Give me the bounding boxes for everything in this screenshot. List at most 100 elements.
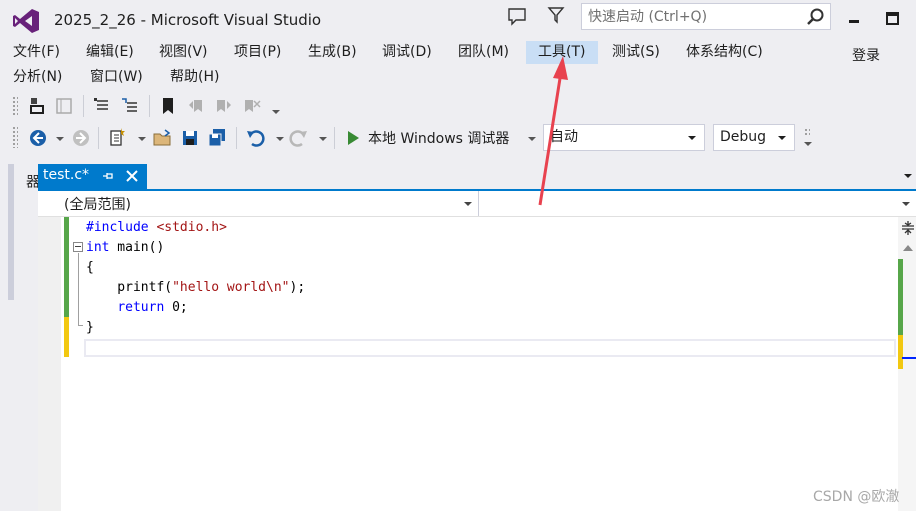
collapse-icon[interactable] bbox=[73, 242, 83, 252]
save-all-icon[interactable] bbox=[207, 128, 227, 148]
platform-value: 自动 bbox=[550, 129, 578, 145]
code-line-4: printf("hello world\n"); bbox=[86, 280, 306, 295]
menu-test[interactable]: 测试(S) bbox=[610, 41, 662, 64]
toolbar-separator bbox=[334, 127, 335, 149]
platform-combo[interactable]: 自动 bbox=[543, 124, 705, 151]
code-line: #include <stdio.h> bbox=[86, 218, 305, 238]
change-marker-saved bbox=[64, 217, 69, 317]
param-info-icon[interactable] bbox=[54, 96, 74, 116]
bookmark-icon[interactable] bbox=[158, 96, 178, 116]
menu-tools[interactable]: 工具(T) bbox=[526, 41, 598, 64]
clear-bookmarks-icon[interactable] bbox=[242, 96, 262, 116]
toolbar-grip[interactable] bbox=[12, 126, 18, 148]
code-line-6: } bbox=[86, 320, 94, 335]
back-dropdown-icon[interactable] bbox=[56, 137, 64, 141]
code-line: { bbox=[86, 258, 305, 278]
minimize-icon[interactable] bbox=[848, 8, 862, 28]
undo-icon[interactable] bbox=[246, 128, 266, 148]
menu-window[interactable]: 窗口(W) bbox=[88, 66, 145, 89]
new-project-icon[interactable] bbox=[108, 127, 128, 147]
watermark: CSDN @欧澈 bbox=[813, 489, 900, 505]
code-line: return 0; bbox=[86, 298, 305, 318]
code-line: printf("hello world\n"); bbox=[86, 278, 305, 298]
scroll-up-icon[interactable] bbox=[903, 245, 913, 251]
tab-test-c[interactable]: test.c* bbox=[38, 164, 147, 189]
filter-icon[interactable] bbox=[547, 5, 565, 25]
feedback-icon[interactable] bbox=[506, 6, 528, 26]
open-file-icon[interactable] bbox=[152, 128, 172, 148]
search-icon[interactable] bbox=[806, 7, 826, 27]
run-target-label: 本地 Windows 调试器 bbox=[368, 131, 510, 147]
scrollbar-change-unsaved bbox=[898, 335, 903, 369]
auto-hide-sidebar: 解决方案资源管理器 bbox=[0, 158, 60, 511]
split-window-icon[interactable] bbox=[902, 221, 914, 235]
prev-bookmark-icon[interactable] bbox=[186, 96, 206, 116]
navigate-forward-icon[interactable] bbox=[71, 128, 91, 148]
redo-dropdown-icon[interactable] bbox=[319, 137, 327, 141]
sign-in-link[interactable]: 登录 bbox=[852, 45, 880, 65]
text-editor-toolbar bbox=[0, 92, 916, 118]
undo-dropdown-icon[interactable] bbox=[276, 137, 284, 141]
toolbar-overflow-icon[interactable] bbox=[804, 142, 812, 146]
code-line-1: #include <stdio.h> bbox=[86, 220, 227, 235]
code-line-3: { bbox=[86, 260, 94, 275]
menu-debug[interactable]: 调试(D) bbox=[380, 41, 434, 64]
complete-word-icon[interactable] bbox=[120, 96, 140, 116]
window-title: 2025_2_26 - Microsoft Visual Studio bbox=[54, 11, 322, 29]
next-bookmark-icon[interactable] bbox=[214, 96, 234, 116]
pin-icon[interactable] bbox=[102, 170, 114, 182]
menu-project[interactable]: 项目(P) bbox=[232, 41, 283, 64]
toolbar-separator bbox=[149, 95, 150, 117]
vertical-scrollbar[interactable] bbox=[898, 217, 916, 511]
scope-dropdown[interactable]: (全局范围) bbox=[38, 191, 479, 216]
member-dropdown[interactable] bbox=[480, 191, 916, 216]
current-line-highlight bbox=[84, 339, 896, 357]
menu-help[interactable]: 帮助(H) bbox=[168, 66, 221, 89]
code-line: int main() bbox=[86, 238, 305, 258]
tab-overflow-icon[interactable] bbox=[904, 174, 912, 178]
menu-build[interactable]: 生成(B) bbox=[306, 41, 359, 64]
chevron-down-icon bbox=[902, 202, 910, 206]
redo-icon[interactable] bbox=[288, 128, 308, 148]
quick-launch-input[interactable] bbox=[588, 7, 798, 27]
title-bar: 2025_2_26 - Microsoft Visual Studio bbox=[0, 0, 916, 40]
code-line-2: int main() bbox=[86, 240, 165, 255]
start-debugging-button[interactable]: 本地 Windows 调试器 bbox=[346, 126, 509, 150]
scope-value: (全局范围) bbox=[64, 197, 131, 213]
run-target-dropdown-icon[interactable] bbox=[528, 137, 536, 141]
outline-end bbox=[78, 325, 83, 326]
menu-analyze[interactable]: 分析(N) bbox=[11, 66, 64, 89]
new-dropdown-icon[interactable] bbox=[138, 137, 146, 141]
close-icon[interactable] bbox=[125, 169, 139, 183]
toolbar-grip[interactable] bbox=[804, 128, 810, 136]
play-icon bbox=[348, 131, 359, 145]
code-line-5: return 0; bbox=[117, 300, 188, 315]
chevron-down-icon bbox=[778, 136, 786, 140]
indicator-margin[interactable] bbox=[38, 217, 61, 511]
navigate-back-icon[interactable] bbox=[28, 128, 48, 148]
maximize-icon[interactable] bbox=[885, 8, 901, 28]
quick-launch-box[interactable] bbox=[581, 3, 831, 30]
code-editor[interactable]: #include <stdio.h> int main() { printf("he… bbox=[38, 217, 916, 511]
chevron-down-icon bbox=[464, 202, 472, 206]
change-marker-unsaved bbox=[64, 317, 69, 357]
menu-view[interactable]: 视图(V) bbox=[157, 41, 210, 64]
navigation-bar: (全局范围) bbox=[38, 191, 916, 217]
member-info-icon[interactable] bbox=[28, 96, 48, 116]
code-line: } bbox=[86, 318, 305, 338]
menu-team[interactable]: 团队(M) bbox=[456, 41, 511, 64]
menu-file[interactable]: 文件(F) bbox=[11, 41, 62, 64]
tab-label: test.c* bbox=[43, 167, 90, 183]
solution-explorer-tab[interactable]: 解决方案资源管理器 bbox=[8, 164, 60, 300]
configuration-combo[interactable]: Debug bbox=[713, 124, 795, 151]
toolbar-overflow-icon[interactable] bbox=[272, 110, 280, 114]
outline-line bbox=[78, 253, 79, 325]
menu-bar: 文件(F) 编辑(E) 视图(V) 项目(P) 生成(B) 调试(D) 团队(M… bbox=[0, 40, 916, 90]
save-icon[interactable] bbox=[180, 128, 200, 148]
code-text[interactable]: #include <stdio.h> int main() { printf("he… bbox=[86, 218, 305, 338]
scrollbar-caret-marker bbox=[902, 357, 916, 359]
menu-edit[interactable]: 编辑(E) bbox=[84, 41, 136, 64]
menu-architecture[interactable]: 体系结构(C) bbox=[684, 41, 765, 64]
toolbar-grip[interactable] bbox=[12, 96, 18, 116]
list-members-icon[interactable] bbox=[92, 96, 112, 116]
